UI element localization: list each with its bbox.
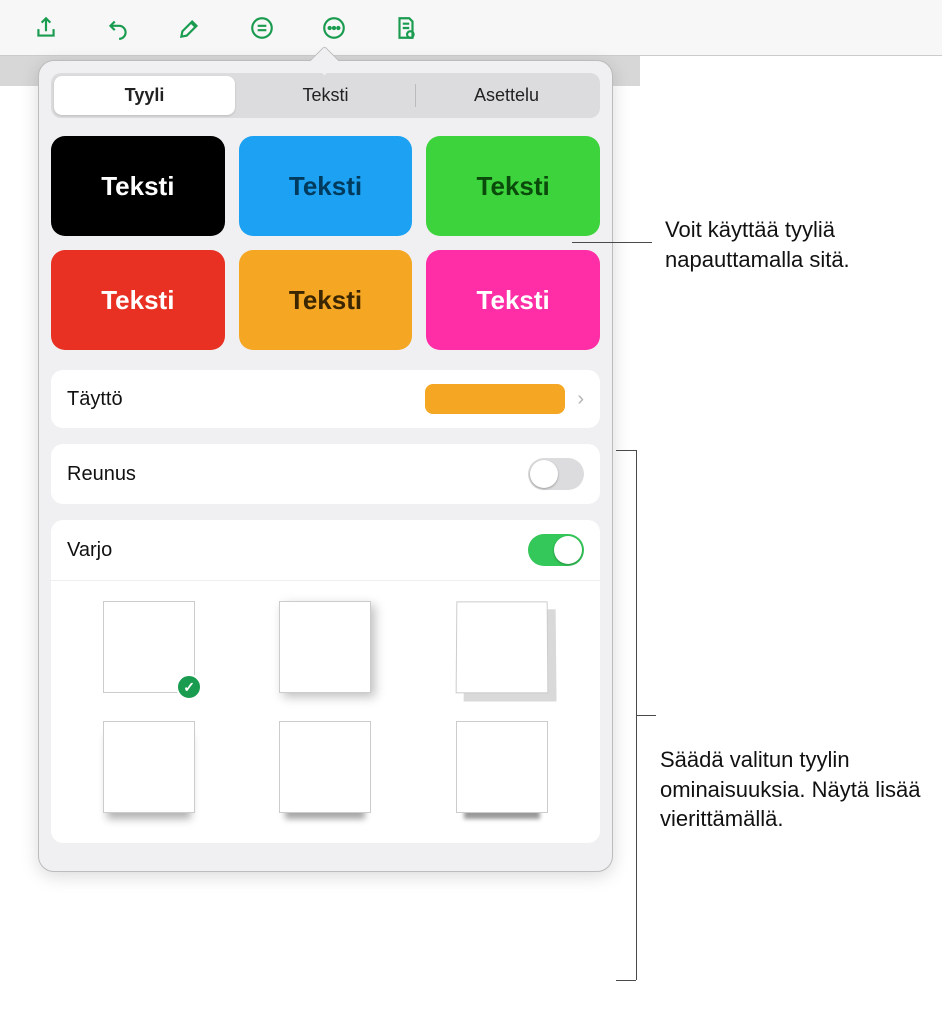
style-preset-6[interactable]: Teksti <box>426 250 600 350</box>
chevron-right-icon: › <box>577 388 584 411</box>
more-icon[interactable] <box>318 12 350 44</box>
callout-bracket-bottom <box>616 980 636 981</box>
border-label: Reunus <box>67 463 528 486</box>
callout-top: Voit käyttää tyyliä napauttamalla sitä. <box>665 215 935 274</box>
shadow-section: Varjo ✓ <box>51 520 600 843</box>
shadow-row: Varjo <box>51 520 600 581</box>
tab-layout[interactable]: Asettelu <box>416 76 597 115</box>
shadow-option-4[interactable] <box>103 721 195 813</box>
segmented-control: Tyyli Teksti Asettelu <box>51 73 600 118</box>
style-presets-grid: TekstiTekstiTekstiTekstiTekstiTeksti <box>51 136 600 350</box>
style-preset-2[interactable]: Teksti <box>239 136 413 236</box>
fill-color-swatch <box>425 384 565 414</box>
style-preset-4[interactable]: Teksti <box>51 250 225 350</box>
fill-label: Täyttö <box>67 388 425 411</box>
shadow-toggle[interactable] <box>528 534 584 566</box>
style-preset-5[interactable]: Teksti <box>239 250 413 350</box>
shadow-option-3[interactable] <box>455 601 548 693</box>
shadow-option-5[interactable] <box>279 721 371 813</box>
callout-bracket-arm <box>636 715 656 716</box>
fill-row[interactable]: Täyttö › <box>51 370 600 428</box>
read-icon[interactable] <box>390 12 422 44</box>
shadow-option-2[interactable] <box>279 601 371 693</box>
border-toggle[interactable] <box>528 458 584 490</box>
callout-bracket-top <box>616 450 636 451</box>
format-popover: Tyyli Teksti Asettelu TekstiTekstiTeksti… <box>38 60 613 872</box>
tab-text[interactable]: Teksti <box>235 76 416 115</box>
toolbar <box>0 0 942 56</box>
share-icon[interactable] <box>30 12 62 44</box>
fill-section: Täyttö › <box>51 370 600 428</box>
align-icon[interactable] <box>246 12 278 44</box>
callout-line <box>572 242 652 243</box>
style-preset-1[interactable]: Teksti <box>51 136 225 236</box>
brush-icon[interactable] <box>174 12 206 44</box>
shadow-label: Varjo <box>67 539 528 562</box>
tab-style[interactable]: Tyyli <box>54 76 235 115</box>
shadow-option-1[interactable]: ✓ <box>103 601 195 693</box>
shadow-options-grid: ✓ <box>51 581 600 843</box>
style-preset-3[interactable]: Teksti <box>426 136 600 236</box>
shadow-option-6[interactable] <box>456 721 548 813</box>
callout-bottom: Säädä valitun tyylin ominaisuuksia. Näyt… <box>660 745 935 834</box>
undo-icon[interactable] <box>102 12 134 44</box>
border-section: Reunus <box>51 444 600 504</box>
border-row: Reunus <box>51 444 600 504</box>
